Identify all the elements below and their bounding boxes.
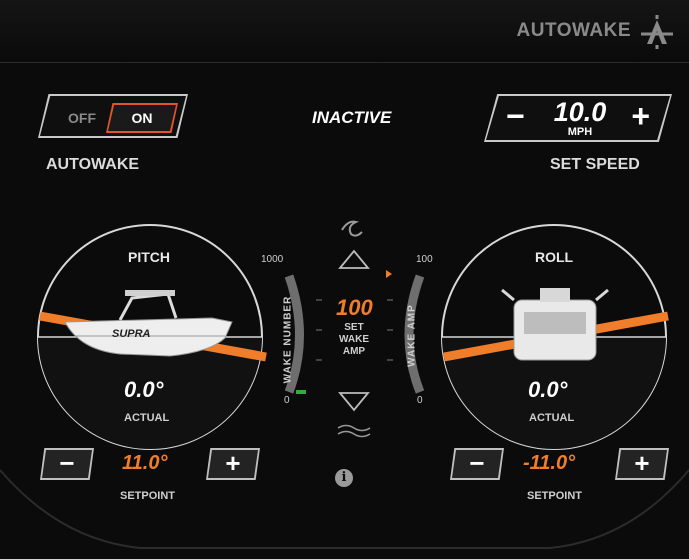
roll-title: ROLL xyxy=(535,249,574,265)
info-icon[interactable]: i xyxy=(335,469,353,487)
set-wake-amp-line-3: AMP xyxy=(342,346,366,357)
set-wake-amp-label: SET WAKE AMP xyxy=(334,322,374,358)
pitch-actual-label: ACTUAL xyxy=(124,412,170,424)
pitch-minus-label: − xyxy=(42,450,92,478)
wake-amp-min: 0 xyxy=(417,395,423,406)
pitch-plus-label: + xyxy=(208,450,258,478)
pitch-actual-value: 0.0° xyxy=(124,377,164,402)
pitch-setpoint-decrease-button[interactable]: − xyxy=(40,448,94,480)
roll-minus-label: − xyxy=(452,450,502,478)
boat-hull-text: SUPRA xyxy=(112,328,151,340)
pitch-title: PITCH xyxy=(128,249,170,265)
roll-setpoint-value: -11.0° xyxy=(523,452,576,474)
roll-actual-value: 0.0° xyxy=(528,377,568,402)
wake-amp-label: WAKE AMP xyxy=(406,304,418,367)
roll-setpoint-label: SETPOINT xyxy=(527,490,583,502)
set-wake-amp-line-2: WAKE xyxy=(339,334,369,345)
roll-actual-label: ACTUAL xyxy=(529,412,575,424)
pitch-setpoint-label: SETPOINT xyxy=(120,490,176,502)
wake-amp-value: 100 xyxy=(336,295,373,320)
up-arrow-icon[interactable] xyxy=(338,249,370,269)
set-wake-amp-line-1: SET xyxy=(344,322,364,333)
wake-number-max: 1000 xyxy=(261,254,284,265)
pitch-setpoint-increase-button[interactable]: + xyxy=(206,448,260,480)
wake-number-min: 0 xyxy=(284,395,290,406)
down-arrow-icon[interactable] xyxy=(338,392,370,412)
wake-amp-max: 100 xyxy=(416,254,433,265)
roll-plus-label: + xyxy=(617,450,667,478)
roll-setpoint-increase-button[interactable]: + xyxy=(615,448,669,480)
ripple-icon xyxy=(337,424,371,438)
roll-setpoint-decrease-button[interactable]: − xyxy=(450,448,504,480)
wake-number-label: WAKE NUMBER xyxy=(282,295,294,384)
wave-icon xyxy=(341,220,363,237)
pitch-setpoint-value: 11.0° xyxy=(122,452,168,474)
